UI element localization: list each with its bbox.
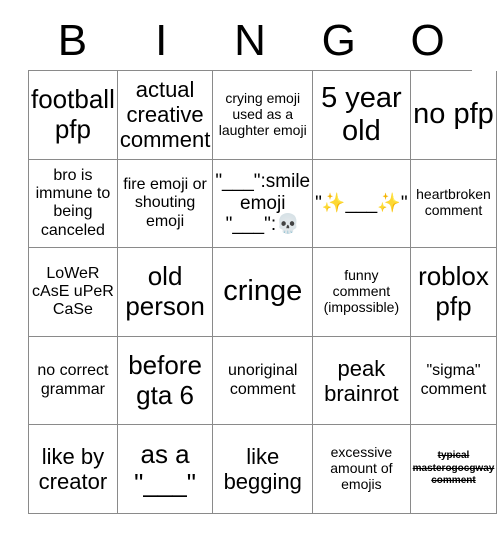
bingo-cell[interactable]: football pfp bbox=[29, 71, 118, 160]
bingo-cell[interactable]: fire emoji or shouting emoji bbox=[117, 159, 214, 249]
bingo-cell[interactable]: unoriginal comment bbox=[213, 336, 314, 426]
bingo-cell[interactable]: like by creator bbox=[29, 425, 118, 514]
bingo-cell[interactable]: peak brainrot bbox=[313, 336, 411, 426]
bingo-cell[interactable]: LoWeR cAsE uPeR CaSe bbox=[29, 248, 118, 337]
bingo-cell-text: peak brainrot bbox=[324, 355, 399, 406]
bingo-card: B I N G O football pfp actual creative c… bbox=[0, 0, 500, 544]
bingo-cell-text: actual creative comment bbox=[119, 77, 211, 153]
header-letter-n: N bbox=[234, 16, 266, 65]
bingo-cell-text: heartbroken comment bbox=[416, 186, 491, 219]
bingo-cell-text: LoWeR cAsE uPeR CaSe bbox=[32, 264, 114, 319]
bingo-grid: football pfp actual creative comment cry… bbox=[28, 70, 498, 514]
bingo-cell-text: fire emoji or shouting emoji bbox=[123, 176, 207, 230]
bingo-cell[interactable]: no pfp bbox=[410, 71, 498, 160]
bingo-cell-text: bro is immune to being canceled bbox=[35, 166, 111, 239]
bingo-cell[interactable]: "✨___✨" bbox=[313, 159, 411, 249]
bingo-cell-text: excessive amount of emojis bbox=[330, 444, 393, 493]
bingo-cell-text: typical masterogocgway comment bbox=[412, 450, 495, 487]
bingo-cell[interactable]: cringe bbox=[213, 248, 314, 337]
bingo-cell[interactable]: heartbroken comment bbox=[410, 159, 498, 249]
bingo-cell-text: "✨___✨" bbox=[315, 192, 408, 214]
bingo-cell-text: "sigma" comment bbox=[420, 362, 487, 398]
bingo-cell[interactable]: funny comment (impossible) bbox=[313, 248, 411, 337]
bingo-cell[interactable]: "sigma" comment bbox=[410, 336, 498, 426]
bingo-cell[interactable]: "___":smile emoji "___":💀 bbox=[213, 159, 314, 249]
bingo-cell-text: like begging bbox=[223, 444, 302, 495]
bingo-cell[interactable]: like begging bbox=[213, 425, 314, 514]
bingo-cell-text: unoriginal comment bbox=[228, 362, 298, 398]
bingo-cell-text: 5 year old bbox=[321, 81, 402, 147]
bingo-cell[interactable]: 5 year old bbox=[313, 71, 411, 160]
bingo-cell-text: roblox pfp bbox=[418, 261, 489, 321]
bingo-cell[interactable]: old person bbox=[117, 248, 214, 337]
header-letter-o: O bbox=[410, 16, 445, 65]
bingo-cell-text: funny comment (impossible) bbox=[323, 267, 400, 315]
bingo-cell[interactable]: typical masterogocgway comment bbox=[410, 425, 498, 514]
bingo-cell[interactable]: excessive amount of emojis bbox=[313, 425, 411, 514]
header-letter-g: G bbox=[321, 16, 356, 65]
bingo-cell-text: crying emoji used as a laughter emoji bbox=[218, 89, 307, 138]
bingo-cell-text: football pfp bbox=[31, 84, 115, 144]
header-letter-b: B bbox=[57, 16, 88, 65]
bingo-cell[interactable]: roblox pfp bbox=[410, 248, 498, 337]
bingo-cell-text: "___":smile emoji "___":💀 bbox=[215, 170, 311, 236]
bingo-cell[interactable]: no correct grammar bbox=[29, 336, 118, 426]
bingo-cell[interactable]: crying emoji used as a laughter emoji bbox=[213, 71, 314, 160]
bingo-cell-text: no pfp bbox=[413, 98, 494, 131]
bingo-cell[interactable]: as a "___" bbox=[117, 425, 214, 514]
bingo-cell-text: cringe bbox=[223, 275, 303, 308]
bingo-cell[interactable]: before gta 6 bbox=[117, 336, 214, 426]
bingo-header: B I N G O bbox=[28, 12, 472, 70]
bingo-cell-text: before gta 6 bbox=[128, 349, 202, 410]
bingo-cell-text: no correct grammar bbox=[37, 362, 109, 398]
bingo-cell-text: as a "___" bbox=[134, 438, 196, 499]
bingo-cell[interactable]: bro is immune to being canceled bbox=[29, 159, 118, 249]
bingo-cell-text: like by creator bbox=[38, 444, 108, 495]
bingo-cell-text: old person bbox=[125, 261, 205, 321]
bingo-cell[interactable]: actual creative comment bbox=[117, 71, 214, 160]
header-letter-i: I bbox=[155, 16, 168, 65]
